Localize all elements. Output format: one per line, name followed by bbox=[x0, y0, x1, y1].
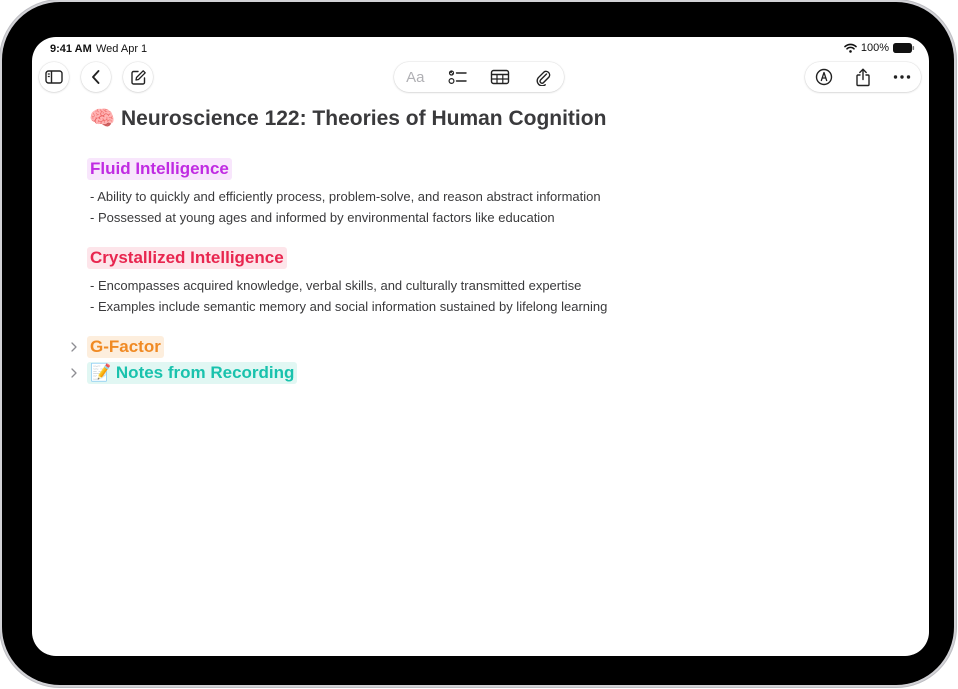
heading-crystallized-intelligence[interactable]: Crystallized Intelligence bbox=[87, 247, 287, 269]
note-title[interactable]: 🧠 Neuroscience 122: Theories of Human Co… bbox=[89, 107, 606, 131]
notes-from-recording-label: Notes from Recording bbox=[115, 363, 295, 382]
screen: 9:41 AM Wed Apr 1 100% Aa 🧠 Neuroscience… bbox=[32, 37, 929, 656]
chevron-right-icon[interactable] bbox=[69, 367, 79, 379]
note-title-text: Neuroscience 122: Theories of Human Cogn… bbox=[121, 107, 607, 130]
note-body[interactable]: 🧠 Neuroscience 122: Theories of Human Co… bbox=[32, 37, 929, 656]
heading-g-factor[interactable]: G-Factor bbox=[87, 336, 164, 358]
ipad-frame: 9:41 AM Wed Apr 1 100% Aa 🧠 Neuroscience… bbox=[2, 2, 954, 685]
bullet-line[interactable]: - Ability to quickly and efficiently pro… bbox=[90, 189, 601, 204]
bullet-line[interactable]: - Possessed at young ages and informed b… bbox=[90, 210, 555, 225]
heading-notes-from-recording[interactable]: 📝 Notes from Recording bbox=[87, 362, 298, 384]
bullet-line[interactable]: - Examples include semantic memory and s… bbox=[90, 299, 607, 314]
heading-fluid-intelligence[interactable]: Fluid Intelligence bbox=[87, 158, 232, 180]
bullet-line[interactable]: - Encompasses acquired knowledge, verbal… bbox=[90, 278, 581, 293]
chevron-right-icon[interactable] bbox=[69, 341, 79, 353]
memo-emoji: 📝 bbox=[90, 363, 112, 382]
brain-emoji: 🧠 bbox=[89, 107, 116, 130]
